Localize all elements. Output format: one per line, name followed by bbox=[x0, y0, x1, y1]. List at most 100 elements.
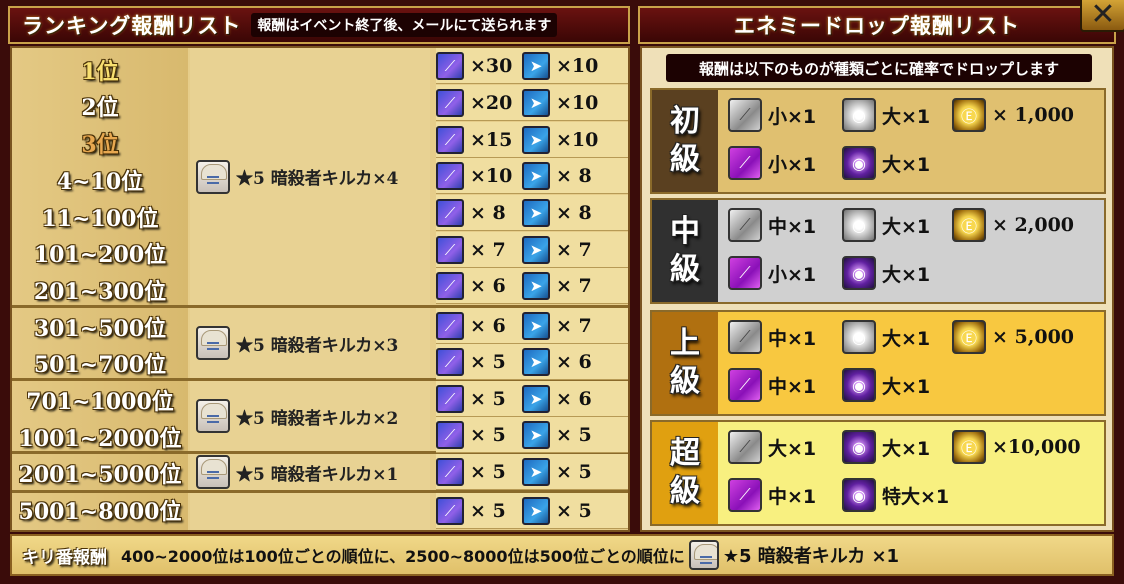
char-reward-cell: ★5 暗殺者キルカ×3 bbox=[190, 308, 430, 378]
drop-item: ⟋ 中×1 bbox=[728, 208, 816, 242]
rank-label: 301~500位 bbox=[33, 316, 167, 342]
item-qty: ×10 bbox=[556, 128, 599, 151]
purple-gem-icon: ⟋ bbox=[728, 368, 762, 402]
blade-item-icon: ⟋ bbox=[436, 125, 464, 154]
blade-item-icon: ⟋ bbox=[436, 457, 464, 486]
tier-body: ⟋ 中×1 ◎ 大×1 Ⓔ × 2,000 ⟋ 小×1 ◉ 大×1 bbox=[718, 200, 1104, 302]
char-reward-text: ★5 暗殺者キルカ×4 bbox=[236, 169, 399, 189]
blade-item-icon: ⟋ bbox=[436, 347, 464, 376]
drop-amount: ×10,000 bbox=[992, 436, 1081, 458]
drop-item: ⟋ 小×1 bbox=[728, 98, 816, 132]
char-reward-cell: ★5 暗殺者キルカ×1 bbox=[190, 454, 430, 490]
blade-item-icon: ⟋ bbox=[436, 496, 464, 525]
coin-icon: Ⓔ bbox=[952, 208, 986, 242]
purple-orb-icon: ◉ bbox=[842, 368, 876, 402]
tier-body: ⟋ 大×1 ◉ 大×1 Ⓔ ×10,000 ⟋ 中×1 ◉ 特大×1 bbox=[718, 422, 1104, 524]
item-reward-row: ⟋ × 6 ➤ × 7 bbox=[436, 268, 628, 304]
purple-orb-icon: ◉ bbox=[842, 478, 876, 512]
item-reward-row: ⟋ ×20 ➤ ×10 bbox=[436, 85, 628, 121]
drop-amount: 小×1 bbox=[768, 263, 817, 286]
item-qty: ×10 bbox=[556, 91, 599, 114]
rank-label: 1001~2000位 bbox=[18, 426, 182, 452]
silver-orb-icon: ◎ bbox=[842, 98, 876, 132]
bolt-item-icon: ➤ bbox=[522, 457, 550, 486]
drop-header: エネミードロップ報酬リスト bbox=[638, 6, 1116, 44]
tier-label-char: 級 bbox=[670, 252, 700, 287]
item-qty: × 7 bbox=[556, 314, 592, 337]
item-qty: ×30 bbox=[470, 54, 513, 77]
item-qty: × 6 bbox=[556, 350, 592, 373]
drop-amount: 小×1 bbox=[768, 105, 817, 128]
drop-item: ◎ 大×1 bbox=[842, 98, 930, 132]
drop-item: ◎ 大×1 bbox=[842, 320, 930, 354]
tier-label-char: 級 bbox=[670, 364, 700, 399]
tier-label-char: 中 bbox=[670, 214, 700, 249]
item-qty: × 6 bbox=[556, 387, 592, 410]
kiruka-avatar-icon bbox=[196, 455, 230, 489]
reward-window: ランキング報酬リスト 報酬はイベント終了後、メールにて送られます エネミードロッ… bbox=[0, 0, 1124, 584]
item-reward-row: ⟋ × 7 ➤ × 7 bbox=[436, 232, 628, 268]
rank-label: 2位 bbox=[81, 95, 119, 121]
coin-icon: Ⓔ bbox=[952, 320, 986, 354]
drop-amount: × 5,000 bbox=[992, 326, 1075, 348]
item-qty: × 7 bbox=[556, 274, 592, 297]
kiri-label: キリ番報酬 bbox=[22, 547, 107, 568]
ranking-title: ランキング報酬リスト bbox=[22, 13, 242, 38]
item-qty: × 5 bbox=[556, 460, 592, 483]
item-reward-row: ⟋ ×30 ➤ ×10 bbox=[436, 48, 628, 84]
purple-gem-icon: ⟋ bbox=[728, 256, 762, 290]
rank-label: 11~100位 bbox=[41, 206, 159, 232]
blade-item-icon: ⟋ bbox=[436, 88, 464, 117]
close-button[interactable]: ✕ bbox=[1080, 0, 1124, 32]
kiruka-avatar-icon bbox=[688, 540, 719, 570]
item-reward-row: ⟋ × 5 ➤ × 6 bbox=[436, 381, 628, 417]
kiruka-avatar-icon bbox=[196, 326, 230, 360]
tier-label-char: 級 bbox=[670, 142, 700, 177]
bolt-item-icon: ➤ bbox=[522, 420, 550, 449]
drop-amount: 大×1 bbox=[882, 215, 931, 238]
bolt-item-icon: ➤ bbox=[522, 235, 550, 264]
rank-label: 101~200位 bbox=[33, 242, 167, 268]
tier-label: 超級 bbox=[652, 422, 718, 524]
drop-amount: 小×1 bbox=[768, 153, 817, 176]
silver-gem-icon: ⟋ bbox=[728, 320, 762, 354]
purple-gem-icon: ⟋ bbox=[728, 146, 762, 180]
purple-orb-icon: ◉ bbox=[842, 256, 876, 290]
bolt-item-icon: ➤ bbox=[522, 311, 550, 340]
silver-gem-icon: ⟋ bbox=[728, 430, 762, 464]
item-qty: ×15 bbox=[470, 128, 513, 151]
char-reward-cell: ★5 暗殺者キルカ×2 bbox=[190, 381, 430, 451]
drop-item: ◉ 大×1 bbox=[842, 368, 930, 402]
item-reward-row: ⟋ × 8 ➤ × 8 bbox=[436, 195, 628, 231]
drop-amount: 中×1 bbox=[768, 327, 817, 350]
item-qty: × 8 bbox=[470, 201, 506, 224]
silver-gem-icon: ⟋ bbox=[728, 208, 762, 242]
item-qty: × 7 bbox=[556, 238, 592, 261]
drop-amount: 中×1 bbox=[768, 485, 817, 508]
bolt-item-icon: ➤ bbox=[522, 198, 550, 227]
tier-label-char: 超 bbox=[670, 436, 700, 471]
item-qty: × 5 bbox=[470, 423, 506, 446]
item-qty: × 8 bbox=[556, 201, 592, 224]
item-qty: × 5 bbox=[470, 460, 506, 483]
char-reward-text: ★5 暗殺者キルカ×2 bbox=[236, 408, 399, 429]
item-qty: ×10 bbox=[470, 164, 513, 187]
rank-label: 1位 bbox=[81, 59, 119, 85]
drop-amount: × 1,000 bbox=[992, 104, 1075, 126]
kiri-bonus-bar: キリ番報酬 400~2000位は100位ごとの順位に、2500~8000位は50… bbox=[10, 534, 1114, 576]
drop-item: ⟋ 小×1 bbox=[728, 256, 816, 290]
blade-item-icon: ⟋ bbox=[436, 235, 464, 264]
tier-label-char: 級 bbox=[670, 474, 700, 509]
drop-item: ⟋ 大×1 bbox=[728, 430, 816, 464]
tier-label: 初級 bbox=[652, 90, 718, 192]
drop-item: ◉ 特大×1 bbox=[842, 478, 949, 512]
item-reward-row: ⟋ × 5 ➤ × 5 bbox=[436, 417, 628, 453]
drop-tier: 上級 ⟋ 中×1 ◎ 大×1 Ⓔ × 5,000 ⟋ 中×1 ◉ 大×1 bbox=[650, 310, 1106, 416]
tier-label-char: 初 bbox=[670, 104, 700, 139]
ranking-table: 1位 2位 3位 4~10位 11~100位 101~200位 201~300位… bbox=[10, 46, 630, 532]
drop-table: 報酬は以下のものが種類ごとに確率でドロップします 初級 ⟋ 小×1 ◎ 大×1 Ⓔ × 1,… bbox=[640, 46, 1114, 532]
item-qty: × 5 bbox=[556, 423, 592, 446]
bolt-item-icon: ➤ bbox=[522, 496, 550, 525]
drop-amount: 中×1 bbox=[768, 375, 817, 398]
purple-gem-icon: ⟋ bbox=[728, 478, 762, 512]
